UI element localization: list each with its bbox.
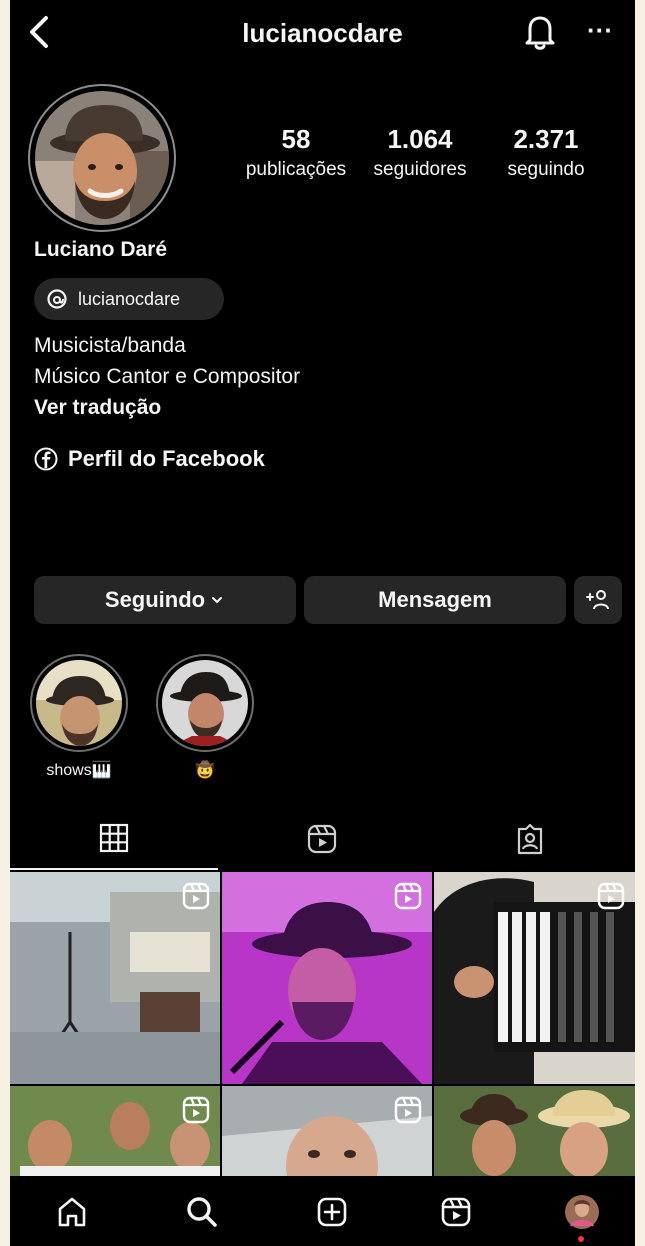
reel-badge-icon [182, 1096, 210, 1124]
create-icon [317, 1197, 347, 1227]
profile-stats: 58 publicações 1.064 seguidores 2.371 se… [240, 124, 600, 194]
highlight-label: shows🎹 [46, 762, 112, 779]
bottom-navigation [10, 1176, 635, 1246]
home-icon [58, 1197, 86, 1227]
tab-reels[interactable] [218, 808, 426, 870]
display-name: Luciano Daré [34, 238, 168, 261]
tagged-icon [517, 823, 543, 855]
chevron-down-icon [212, 597, 223, 604]
tab-posts-grid[interactable] [10, 808, 218, 870]
story-highlight-shows[interactable]: shows🎹 [30, 654, 128, 780]
posts-grid [10, 872, 635, 1182]
nav-home[interactable] [50, 1190, 94, 1234]
highlight-ring [30, 654, 128, 752]
top-bar: lucianocdare ··· [10, 0, 635, 70]
facebook-icon [34, 447, 58, 471]
highlight-cover [36, 660, 122, 746]
nav-profile[interactable] [560, 1190, 604, 1234]
add-person-icon [586, 590, 609, 610]
posts-count[interactable]: 58 publicações [240, 124, 352, 181]
threads-icon [47, 289, 67, 309]
notification-dot [578, 1236, 584, 1242]
grid-post[interactable] [434, 1086, 635, 1182]
profile-tabs [10, 808, 635, 870]
reels-icon [307, 824, 337, 854]
phone-screen: lucianocdare ··· 58 publicações 1.064 se… [10, 0, 635, 1246]
profile-avatar-icon [565, 1195, 599, 1229]
following-label: seguindo [507, 159, 585, 180]
posts-label: publicações [245, 159, 347, 180]
reel-badge-icon [394, 1096, 422, 1124]
notifications-button[interactable] [522, 12, 558, 52]
see-translation-link[interactable]: Ver tradução [34, 396, 161, 420]
facebook-link-label: Perfil do Facebook [68, 446, 265, 471]
nav-reels[interactable] [434, 1190, 478, 1234]
highlight-ring [156, 654, 254, 752]
story-highlight-cowboy[interactable]: 🤠 [156, 654, 254, 780]
reel-badge-icon [182, 882, 210, 910]
tab-tagged[interactable] [426, 808, 634, 870]
facebook-profile-link[interactable]: Perfil do Facebook [34, 446, 265, 472]
more-options-button[interactable]: ··· [582, 16, 618, 48]
following-count[interactable]: 2.371 seguindo [492, 124, 600, 181]
grid-icon [99, 823, 129, 853]
bio-line-description: Músico Cantor e Compositor [34, 365, 301, 388]
bio-line-category: Musicista/banda [34, 334, 186, 357]
search-icon [187, 1197, 217, 1227]
threads-badge[interactable]: lucianocdare [34, 278, 224, 320]
message-button[interactable]: Mensagem [304, 576, 566, 624]
nav-create[interactable] [310, 1190, 354, 1234]
followers-label: seguidores [373, 159, 467, 180]
posts-value: 58 [281, 124, 311, 154]
followers-count[interactable]: 1.064 seguidores [364, 124, 476, 181]
bell-icon [525, 16, 555, 50]
nav-search[interactable] [180, 1190, 224, 1234]
grid-post[interactable] [10, 872, 220, 1084]
following-value: 2.371 [513, 124, 579, 154]
reel-badge-icon [394, 882, 422, 910]
grid-post[interactable] [10, 1086, 220, 1182]
grid-post[interactable] [434, 872, 635, 1084]
highlight-cover [162, 660, 248, 746]
following-button-label: Seguindo [104, 587, 206, 612]
suggest-users-button[interactable] [574, 576, 622, 624]
highlight-label: 🤠 [195, 762, 215, 779]
grid-post[interactable] [222, 872, 432, 1084]
reel-badge-icon [597, 882, 625, 910]
message-button-label: Mensagem [378, 587, 492, 612]
profile-avatar [35, 91, 169, 225]
threads-handle: lucianocdare [78, 288, 181, 309]
followers-value: 1.064 [387, 124, 453, 154]
following-button[interactable]: Seguindo [34, 576, 296, 624]
profile-avatar-ring[interactable] [28, 84, 176, 232]
grid-post[interactable] [222, 1086, 432, 1182]
reels-icon [441, 1197, 471, 1227]
